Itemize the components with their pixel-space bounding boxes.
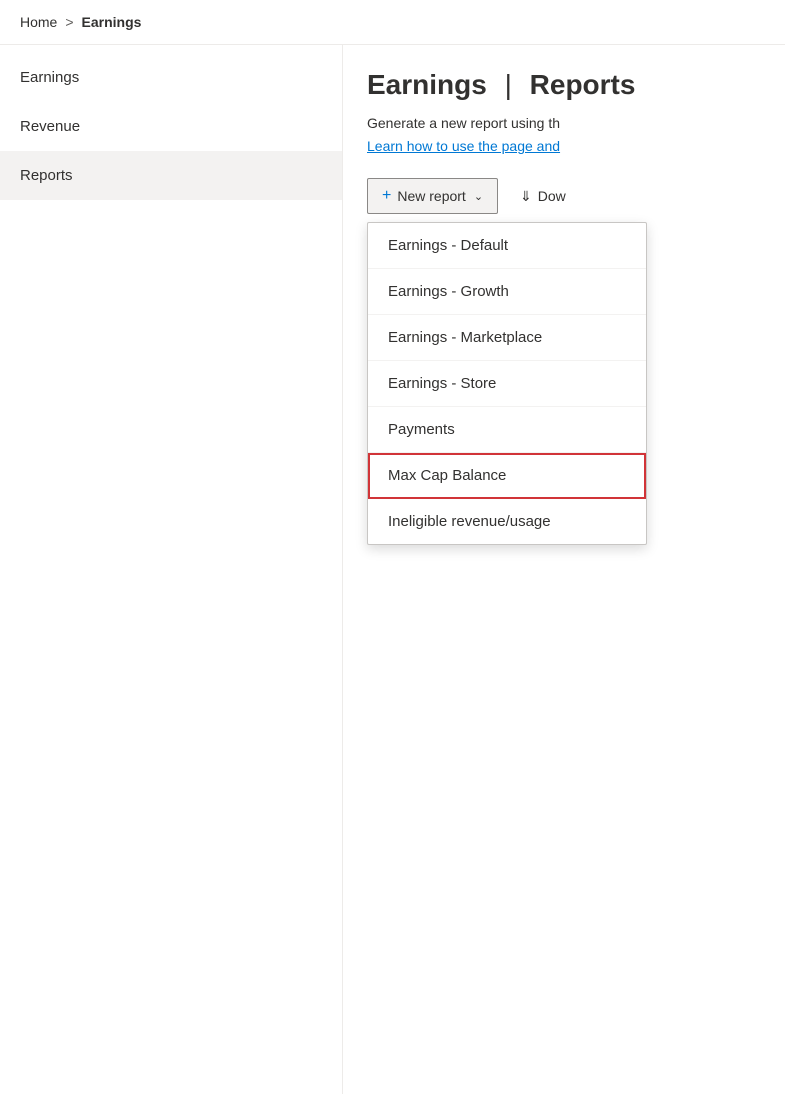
breadcrumb-current: Earnings — [82, 14, 142, 30]
page-description: Generate a new report using th — [367, 113, 761, 134]
dropdown-item-max-cap-balance[interactable]: Max Cap Balance — [368, 453, 646, 499]
dropdown-item-earnings-marketplace[interactable]: Earnings - Marketplace — [368, 315, 646, 361]
toolbar: + New report ⌄ ⇓ Dow Earnings - Default … — [367, 178, 761, 214]
download-icon: ⇓ — [520, 188, 532, 205]
dropdown-item-earnings-growth[interactable]: Earnings - Growth — [368, 269, 646, 315]
download-label: Dow — [538, 188, 566, 204]
sidebar-item-revenue-label: Revenue — [20, 118, 80, 135]
page-title-part2: Reports — [530, 69, 636, 100]
sidebar-item-reports-label: Reports — [20, 167, 73, 184]
new-report-label: New report — [397, 188, 465, 204]
breadcrumb-separator: > — [65, 14, 73, 30]
sidebar-item-revenue[interactable]: Revenue — [0, 102, 342, 151]
sidebar-item-earnings[interactable]: Earnings — [0, 53, 342, 102]
main-content: Earnings | Reports Generate a new report… — [343, 45, 785, 1094]
dropdown-item-earnings-default[interactable]: Earnings - Default — [368, 223, 646, 269]
plus-icon: + — [382, 187, 391, 205]
dropdown-item-payments[interactable]: Payments — [368, 407, 646, 453]
dropdown-item-earnings-store[interactable]: Earnings - Store — [368, 361, 646, 407]
sidebar-item-earnings-label: Earnings — [20, 69, 79, 86]
new-report-button[interactable]: + New report ⌄ — [367, 178, 498, 214]
sidebar-item-reports[interactable]: Reports — [0, 151, 342, 200]
new-report-dropdown: Earnings - Default Earnings - Growth Ear… — [367, 222, 647, 545]
page-title-part1: Earnings — [367, 69, 487, 100]
breadcrumb-home[interactable]: Home — [20, 14, 57, 30]
sidebar: Earnings Revenue Reports — [0, 45, 343, 1094]
page-title-separator: | — [505, 69, 512, 100]
chevron-down-icon: ⌄ — [474, 190, 483, 203]
breadcrumb: Home > Earnings — [0, 0, 785, 45]
page-title: Earnings | Reports — [367, 69, 761, 101]
download-button[interactable]: ⇓ Dow — [506, 180, 580, 213]
learn-link[interactable]: Learn how to use the page and — [367, 138, 761, 154]
dropdown-item-ineligible-revenue[interactable]: Ineligible revenue/usage — [368, 499, 646, 544]
